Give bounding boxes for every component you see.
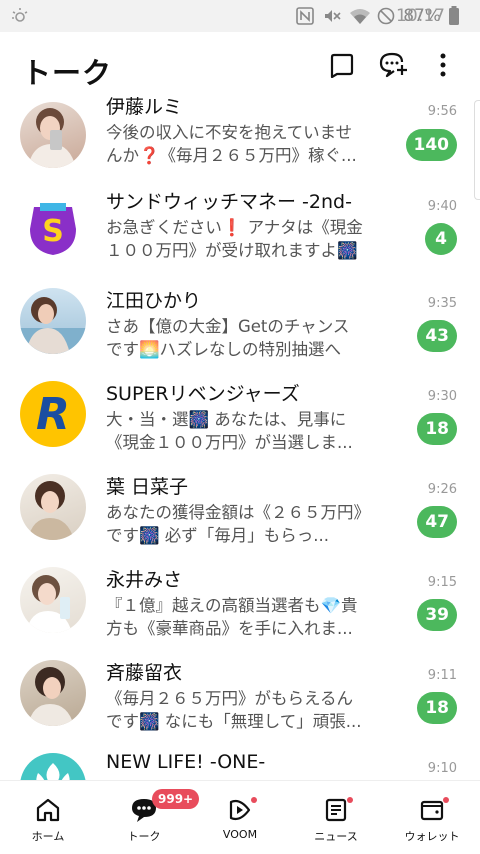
svg-text:R: R [36,389,70,440]
avatar[interactable] [20,660,86,726]
chat-preview: 『１億』越えの高額当選者も💎貴方も《豪華商品》を手に入れま... [106,596,358,638]
unread-badge: 140 [405,129,457,161]
chat-row[interactable]: 斉藤留衣 《毎月２６５万円》がもらえるんです🎆 なにも「無理して」頑張... 9… [0,646,480,739]
voom-icon [225,795,257,825]
news-notification-dot [347,797,353,803]
avatar[interactable] [20,288,86,354]
wallet-notification-dot [443,797,449,803]
unread-badge: 39 [417,599,457,631]
chat-time: 9:26 [427,482,457,497]
nav-home[interactable]: ホーム [0,781,96,854]
nav-home-label: ホーム [31,830,65,843]
chat-preview: 今後の収入に不安を抱えていませんか❓《毎月２６５万円》稼ぐ... [106,123,357,165]
unread-badge: 18 [417,413,457,445]
add-chat-button[interactable] [378,52,408,82]
new-chat-button[interactable] [327,52,357,82]
chat-time: 9:40 [427,199,457,214]
chat-preview: あなたの獲得金額は《２６５万円》です🎆 必ず「毎月」もらっ... [106,503,362,545]
voom-notification-dot [251,797,257,803]
brightness-icon [10,6,30,31]
chat-time: 9:11 [427,668,457,683]
nav-news[interactable]: ニュース [288,781,384,854]
avatar[interactable] [20,753,86,780]
chat-time: 9:30 [427,389,457,404]
avatar[interactable]: S [20,195,86,261]
nav-wallet[interactable]: ウォレット [384,781,480,854]
no-sim-icon [376,6,396,26]
unread-badge: 4 [425,223,457,255]
chat-time: 9:56 [427,104,457,119]
chat-name: サンドウィッチマネー -2nd- [106,191,352,213]
nav-news-label: ニュース [314,830,358,843]
chat-row[interactable]: 永井みさ 『１億』越えの高額当選者も💎貴方も《豪華商品》を手に入れま... 9:… [0,553,480,646]
chat-row[interactable]: R SUPERリベンジャーズ 大・当・選🎆 あなたは、見事に《現金１００万円》が… [0,367,480,460]
chat-list[interactable]: 伊藤ルミ 今後の収入に不安を抱えていませんか❓《毎月２６５万円》稼ぐ... 9:… [0,92,480,780]
clock: 10:17 [396,6,445,26]
wallet-icon [417,795,449,825]
chat-row[interactable]: 伊藤ルミ 今後の収入に不安を抱えていませんか❓《毎月２６５万円》稼ぐ... 9:… [0,92,480,181]
unread-badge: 47 [417,506,457,538]
chat-time: 9:10 [427,761,457,776]
wifi-icon [349,6,371,26]
nav-talk[interactable]: 999+ トーク [96,781,200,854]
chat-name: SUPERリベンジャーズ [106,383,300,405]
avatar[interactable]: R [20,381,86,447]
chat-preview: 《毎月２６５万円》がもらえるんです🎆 なにも「無理して」頑張... [106,689,362,731]
battery-icon [448,6,468,26]
page-title: トーク [22,56,113,90]
chat-row[interactable]: NEW LIFE! -ONE- 9:10 [0,739,480,780]
chat-name: 江田ひかり [106,290,202,312]
chat-row[interactable]: S サンドウィッチマネー -2nd- お急ぎください❗ アナタは《現金１００万円… [0,181,480,274]
chat-preview: お急ぎください❗ アナタは《現金１００万円》が受け取れますよ🎆 [106,218,363,260]
scrollbar[interactable] [474,100,480,200]
chat-time: 9:15 [427,575,457,590]
bottom-nav: ホーム 999+ トーク VOOM ニュース ウォレット [0,780,480,854]
chat-name: 伊藤ルミ [106,96,183,118]
chat-name: NEW LIFE! -ONE- [106,751,266,773]
more-options-button[interactable] [428,52,458,82]
svg-text:S: S [42,214,64,249]
chat-name: 永井みさ [106,569,183,591]
mute-icon [322,6,342,26]
news-icon [321,795,353,825]
unread-badge: 18 [417,692,457,724]
nav-voom-label: VOOM [222,828,258,841]
avatar[interactable] [20,474,86,540]
nav-wallet-label: ウォレット [404,830,460,843]
home-icon [33,795,63,825]
nav-talk-label: トーク [127,830,161,843]
chat-name: 斉藤留衣 [106,662,183,684]
chat-name: 葉 日菜子 [106,476,189,498]
chat-preview: さあ【億の大金】Getのチャンスです🌅ハズレなしの特別抽選へご... [106,317,350,359]
chat-bubble-icon [329,52,355,82]
nfc-icon [295,6,315,26]
avatar[interactable] [20,102,86,168]
chat-preview: 大・当・選🎆 あなたは、見事に《現金１００万円》が当選しま... [106,410,353,452]
chat-time: 9:35 [427,296,457,311]
status-bar: 87% 10:17 [0,0,480,32]
vertical-dots-icon [440,53,446,81]
nav-voom[interactable]: VOOM [192,781,288,854]
unread-badge: 43 [417,320,457,352]
avatar[interactable] [20,567,86,633]
chat-row[interactable]: 江田ひかり さあ【億の大金】Getのチャンスです🌅ハズレなしの特別抽選へご...… [0,274,480,367]
chat-row[interactable]: 葉 日菜子 あなたの獲得金額は《２６５万円》です🎆 必ず「毎月」もらっ... 9… [0,460,480,553]
chat-plus-icon [378,51,408,83]
